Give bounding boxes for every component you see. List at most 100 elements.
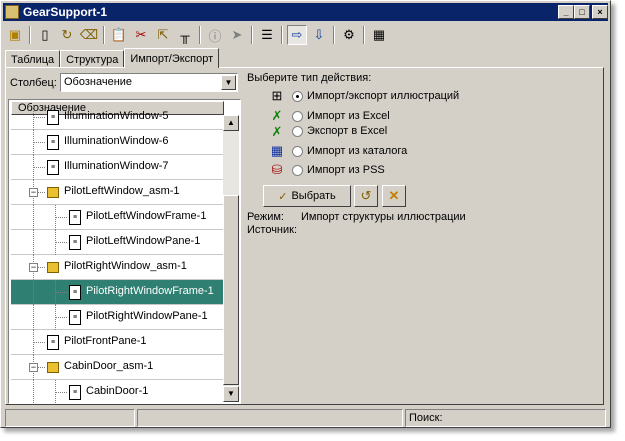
maximize-button[interactable]: □ xyxy=(574,5,590,19)
tree-row[interactable]: − PilotRightWindow_asm-1 xyxy=(11,255,223,280)
paste-icon[interactable]: 📋 xyxy=(109,25,129,45)
document-icon: ≡ xyxy=(47,135,59,150)
tree-row[interactable]: ≡ PilotLeftWindowPane-1 xyxy=(11,230,223,255)
undo-icon: ↺ xyxy=(360,188,372,203)
close-button[interactable]: × xyxy=(592,5,608,19)
action-prompt: Выберите тип действия: xyxy=(247,72,372,84)
column-label: Столбец: xyxy=(10,77,57,89)
tree-item-label: PilotLeftWindowFrame-1 xyxy=(86,210,207,222)
tree-item-label: PilotFrontPane-1 xyxy=(64,335,147,347)
tree-connector xyxy=(33,117,45,118)
document-icon: ≡ xyxy=(47,335,59,350)
tree-row[interactable]: ≡ IlluminationWindow-5 xyxy=(11,105,223,130)
column-select[interactable]: Обозначение ▼ xyxy=(60,73,238,92)
toolbar-separator xyxy=(199,26,201,44)
tree-connector xyxy=(33,167,45,168)
pss-database-icon: ⛁ xyxy=(271,162,283,177)
search-label: Поиск: xyxy=(409,412,443,424)
open-assembly-icon[interactable]: ▣ xyxy=(5,25,25,45)
refresh-icon[interactable]: ↻ xyxy=(57,25,77,45)
radio-illustration[interactable] xyxy=(292,91,303,102)
tree-item-label: IlluminationWindow-7 xyxy=(64,160,169,172)
mode-value: Импорт структуры иллюстрации xyxy=(301,211,466,223)
radio-excel-import[interactable] xyxy=(292,111,303,122)
radio-pss[interactable] xyxy=(292,165,303,176)
vertical-scrollbar[interactable]: ▲ ▼ xyxy=(223,115,239,402)
settings-icon[interactable]: ⚙ xyxy=(339,25,359,45)
export-icon[interactable]: ⇩ xyxy=(309,25,329,45)
tree-row[interactable]: ≡ PilotLeftWindowFrame-1 xyxy=(11,205,223,230)
search-status-pane[interactable]: Поиск: xyxy=(405,409,606,427)
status-pane-1 xyxy=(5,409,135,427)
scroll-thumb[interactable] xyxy=(223,195,239,385)
new-document-icon[interactable]: ▯ xyxy=(35,25,55,45)
radio-excel-export[interactable] xyxy=(292,126,303,137)
tree-row[interactable]: ≡ IlluminationWindow-6 xyxy=(11,130,223,155)
option-pss-label: Импорт из PSS xyxy=(307,164,385,176)
title-bar[interactable]: GearSupport-1 _ □ × xyxy=(3,3,608,21)
tree-row[interactable]: ≡ CabinDoor-1 xyxy=(11,380,223,403)
select-button-label: Выбрать xyxy=(291,190,336,202)
tree-item-label: CabinDoor_asm-1 xyxy=(64,360,154,372)
toolbar-separator xyxy=(281,26,283,44)
tree-item-label: CabinDoor-1 xyxy=(86,385,149,397)
import-icon[interactable]: ⇨ xyxy=(287,25,307,45)
tree-item-label: PilotLeftWindow_asm-1 xyxy=(64,185,180,197)
assembly-icon xyxy=(47,262,59,273)
tree-view[interactable]: Обозначение ≡ IlluminationWindow-5 ≡ Illumi… xyxy=(8,99,241,404)
tab-table[interactable]: Таблица xyxy=(5,50,61,68)
source-label: Источник: xyxy=(247,224,298,236)
structure-icon[interactable]: ╥ xyxy=(175,25,195,45)
document-icon: ≡ xyxy=(69,285,81,300)
collapse-icon[interactable]: − xyxy=(29,188,38,197)
tree-connector xyxy=(33,142,45,143)
cancel-button[interactable]: ✕ xyxy=(382,185,406,207)
tree-guide-line xyxy=(33,380,34,403)
tree-row[interactable]: − PilotLeftWindow_asm-1 xyxy=(11,180,223,205)
window-title: GearSupport-1 xyxy=(23,5,108,19)
document-icon: ≡ xyxy=(69,385,81,400)
tree-connector xyxy=(55,242,67,243)
document-icon: ≡ xyxy=(47,110,59,125)
tree-row[interactable]: ≡ PilotRightWindowFrame-1 xyxy=(11,280,223,305)
tree-row[interactable]: ≡ PilotFrontPane-1 xyxy=(11,330,223,355)
collapse-icon[interactable]: − xyxy=(29,363,38,372)
tab-structure[interactable]: Структура xyxy=(60,50,125,68)
chevron-down-icon[interactable]: ▼ xyxy=(221,75,236,90)
tree-connector xyxy=(33,342,45,343)
select-button[interactable]: ✓ Выбрать xyxy=(263,185,351,207)
toolbar-separator xyxy=(29,26,31,44)
tree-guide-line xyxy=(33,280,34,305)
tab-import-export[interactable]: Импорт/Экспорт xyxy=(124,48,220,68)
properties-icon[interactable]: ⓘ xyxy=(205,25,225,45)
outline-icon[interactable]: ☰ xyxy=(257,25,277,45)
document-icon: ≡ xyxy=(47,160,59,175)
assembly-icon xyxy=(47,187,59,198)
option-excel-export-label: Экспорт в Excel xyxy=(307,125,388,137)
scroll-up-icon[interactable]: ▲ xyxy=(223,115,239,131)
document-icon: ≡ xyxy=(69,310,81,325)
scroll-down-icon[interactable]: ▼ xyxy=(223,386,239,402)
move-icon[interactable]: ⇱ xyxy=(153,25,173,45)
status-pane-2 xyxy=(137,409,403,427)
column-select-value: Обозначение xyxy=(64,76,133,88)
minimize-button[interactable]: _ xyxy=(558,5,574,19)
option-excel-import-label: Импорт из Excel xyxy=(307,110,390,122)
undo-button[interactable]: ↺ xyxy=(354,185,378,207)
tree-row[interactable]: − CabinDoor_asm-1 xyxy=(11,355,223,380)
excel-import-icon: ✗ xyxy=(271,108,283,123)
collapse-icon[interactable]: − xyxy=(29,263,38,272)
document-icon: ≡ xyxy=(69,235,81,250)
grid-icon[interactable]: ▦ xyxy=(369,25,389,45)
tree-connector xyxy=(55,292,67,293)
cut-icon[interactable]: ✂ xyxy=(131,25,151,45)
delete-icon[interactable]: ⌫ xyxy=(79,25,99,45)
radio-catalog[interactable] xyxy=(292,146,303,157)
tree-item-label: PilotRightWindowFrame-1 xyxy=(86,285,214,297)
option-catalog-label: Импорт из каталога xyxy=(307,145,408,157)
tree-row[interactable]: ≡ PilotRightWindowPane-1 xyxy=(11,305,223,330)
tree-item-label: PilotRightWindow_asm-1 xyxy=(64,260,187,272)
tree-row[interactable]: ≡ IlluminationWindow-7 xyxy=(11,155,223,180)
tree-guide-line xyxy=(33,230,34,255)
pin-icon[interactable]: ➤ xyxy=(227,25,247,45)
